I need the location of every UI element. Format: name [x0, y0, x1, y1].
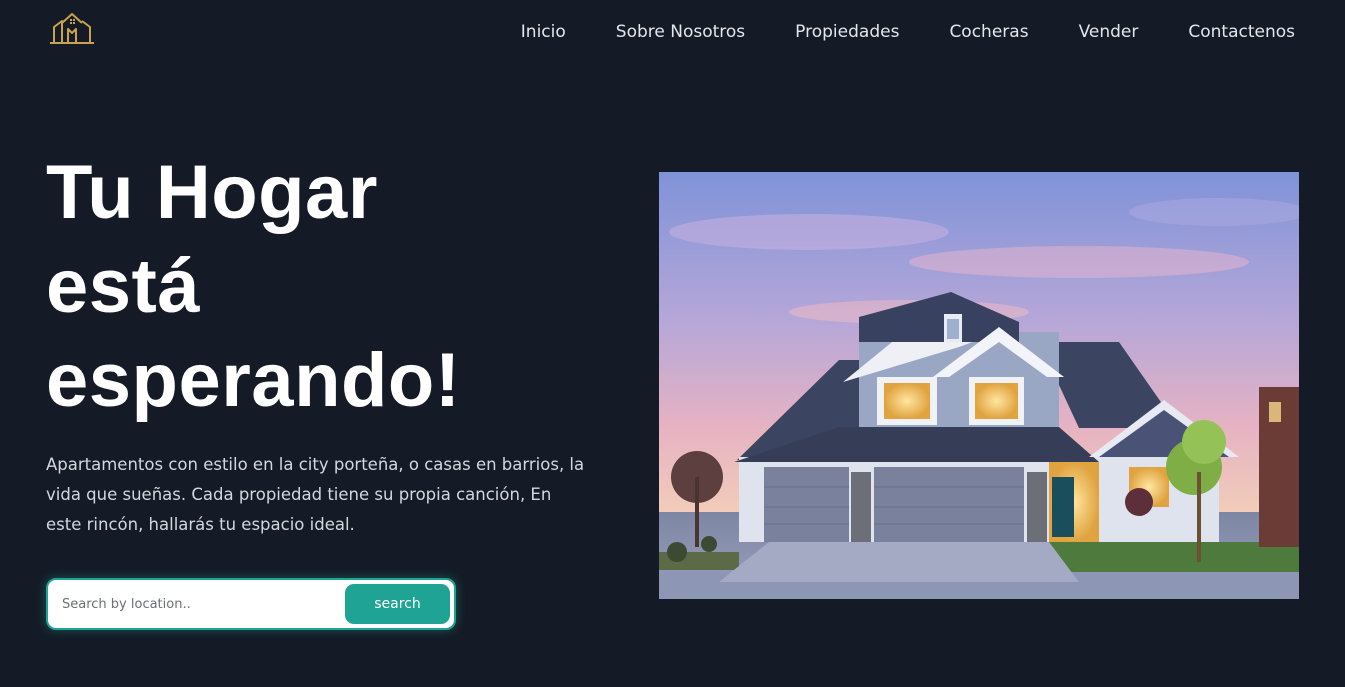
hero-title-line-3: esperando!	[46, 338, 461, 423]
location-search-input[interactable]	[62, 596, 345, 612]
house-logo-icon[interactable]	[48, 11, 96, 45]
nav-contactenos[interactable]: Contactenos	[1188, 20, 1295, 44]
location-search-form: search	[46, 578, 456, 630]
hero-title-line-1: Tu Hogar	[46, 150, 378, 235]
nav-inicio[interactable]: Inicio	[521, 20, 566, 44]
nav-sobre-nosotros[interactable]: Sobre Nosotros	[616, 20, 745, 44]
nav-vender[interactable]: Vender	[1079, 20, 1139, 44]
search-button[interactable]: search	[345, 584, 450, 624]
house-photo	[659, 172, 1299, 599]
nav-propiedades[interactable]: Propiedades	[795, 20, 899, 44]
hero-title-line-2: está	[46, 244, 201, 329]
nav-cocheras[interactable]: Cocheras	[949, 20, 1028, 44]
hero-description: Apartamentos con estilo en la city porte…	[46, 455, 585, 534]
main-nav: Inicio Sobre Nosotros Propiedades Cocher…	[470, 20, 1295, 44]
hero-title: Tu Hogar está esperando!	[46, 146, 606, 428]
